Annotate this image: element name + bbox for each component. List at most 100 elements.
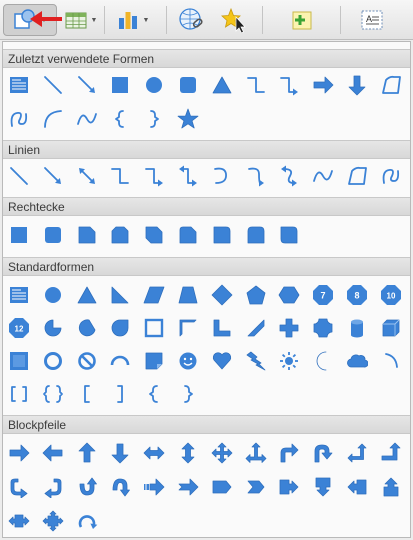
curvedbl-shape-icon[interactable] [274,161,304,191]
arrow-shape-icon[interactable] [38,161,68,191]
triangle-shape-icon[interactable] [72,280,102,310]
snip2-shape-icon[interactable] [105,220,135,250]
diamond-shape-icon[interactable] [207,280,237,310]
arcline-shape-icon[interactable] [376,346,406,376]
lrarrow-shape-icon[interactable] [139,438,169,468]
frame-shape-icon[interactable] [139,313,169,343]
noentry-shape-icon[interactable] [72,346,102,376]
leftuparrow-shape-icon[interactable] [342,438,372,468]
bevel-shape-icon[interactable] [4,346,34,376]
udarrow-shape-icon[interactable] [173,438,203,468]
curvedup-shape-icon[interactable] [72,472,102,502]
chevron-shape-icon[interactable] [241,472,271,502]
wave-shape-icon[interactable] [72,104,102,134]
leftcallout-shape-icon[interactable] [342,472,372,502]
rightarrow-shape-icon[interactable] [308,70,338,100]
lbrace-shape-icon[interactable] [139,379,169,409]
rightcallout-shape-icon[interactable] [274,472,304,502]
downarrow-shape-icon[interactable] [342,70,372,100]
dblarrow-shape-icon[interactable] [72,161,102,191]
lbrace-shape-icon[interactable] [105,104,135,134]
pentagonarrow-shape-icon[interactable] [207,472,237,502]
hyperlink-button[interactable] [174,4,210,36]
foldedcorner-shape-icon[interactable] [139,346,169,376]
arrow-shape-icon[interactable] [72,70,102,100]
chart-button[interactable]: ▼ [110,4,154,36]
round2diag-shape-icon[interactable] [274,220,304,250]
leftarrow-shape-icon[interactable] [38,438,68,468]
pie-shape-icon[interactable] [38,313,68,343]
elbowdbl-shape-icon[interactable] [173,161,203,191]
downcallout-shape-icon[interactable] [308,472,338,502]
quadarrow-shape-icon[interactable] [207,438,237,468]
rightarrow-shape-icon[interactable] [4,438,34,468]
curvearrow-shape-icon[interactable] [241,161,271,191]
wave-shape-icon[interactable] [308,161,338,191]
star5-shape-icon[interactable] [173,104,203,134]
lightning-shape-icon[interactable] [241,346,271,376]
curveddown-shape-icon[interactable] [105,472,135,502]
uparrow-shape-icon[interactable] [72,438,102,468]
elbowarrow-shape-icon[interactable] [139,161,169,191]
parallelogram-shape-icon[interactable] [139,280,169,310]
plus-shape-icon[interactable] [274,313,304,343]
rbrace-shape-icon[interactable] [139,104,169,134]
oct12-shape-icon[interactable]: 12 [4,313,34,343]
roundrect-shape-icon[interactable] [38,220,68,250]
rect-shape-icon[interactable] [105,70,135,100]
plaque-shape-icon[interactable] [308,313,338,343]
table-button[interactable]: ▼ [60,4,100,36]
rect-shape-icon[interactable] [4,220,34,250]
brackets-shape-icon[interactable] [4,379,34,409]
circle-shape-icon[interactable] [139,70,169,100]
cloud-shape-icon[interactable] [342,346,372,376]
triangle-shape-icon[interactable] [207,70,237,100]
can-shape-icon[interactable] [342,313,372,343]
curve-shape-icon[interactable] [207,161,237,191]
action-button[interactable] [216,4,252,36]
roundrect-shape-icon[interactable] [173,70,203,100]
cube-shape-icon[interactable] [376,313,406,343]
heart-shape-icon[interactable] [207,346,237,376]
bentarrow-shape-icon[interactable] [274,438,304,468]
rbracket-shape-icon[interactable] [105,379,135,409]
line-shape-icon[interactable] [4,161,34,191]
blockarc-shape-icon[interactable] [105,346,135,376]
braces-shape-icon[interactable] [38,379,68,409]
elbowarrow-shape-icon[interactable] [274,70,304,100]
oct8-shape-icon[interactable]: 8 [342,280,372,310]
scribble-shape-icon[interactable] [376,161,406,191]
lbracket-shape-icon[interactable] [72,379,102,409]
moon-shape-icon[interactable] [308,346,338,376]
text-box-button[interactable]: A [354,4,390,36]
elbow-shape-icon[interactable] [241,70,271,100]
downarrow-shape-icon[interactable] [105,438,135,468]
scribble-shape-icon[interactable] [4,104,34,134]
donut-shape-icon[interactable] [38,346,68,376]
stripedright-shape-icon[interactable] [139,472,169,502]
oct10-shape-icon[interactable]: 10 [376,280,406,310]
freeform-shape-icon[interactable] [342,161,372,191]
rbrace-shape-icon[interactable] [173,379,203,409]
trapezoid-shape-icon[interactable] [173,280,203,310]
lshape-shape-icon[interactable] [207,313,237,343]
rtriangle-shape-icon[interactable] [105,280,135,310]
textbox-shape-icon[interactable] [4,280,34,310]
arc-shape-icon[interactable] [38,104,68,134]
freeform-shape-icon[interactable] [376,70,406,100]
hexagon-shape-icon[interactable] [274,280,304,310]
uturnarrow-shape-icon[interactable] [308,438,338,468]
circulararrow-shape-icon[interactable] [72,506,102,536]
chord-shape-icon[interactable] [72,313,102,343]
lrcallout-shape-icon[interactable] [4,506,34,536]
curvedleft-shape-icon[interactable] [38,472,68,502]
bentuparrow-shape-icon[interactable] [376,438,406,468]
teardrop-shape-icon[interactable] [105,313,135,343]
round1-shape-icon[interactable] [207,220,237,250]
diagstripe-shape-icon[interactable] [241,313,271,343]
comment-button[interactable] [284,4,320,36]
sun-shape-icon[interactable] [274,346,304,376]
roundsnip-shape-icon[interactable] [173,220,203,250]
textbox-shape-icon[interactable] [4,70,34,100]
notchedright-shape-icon[interactable] [173,472,203,502]
